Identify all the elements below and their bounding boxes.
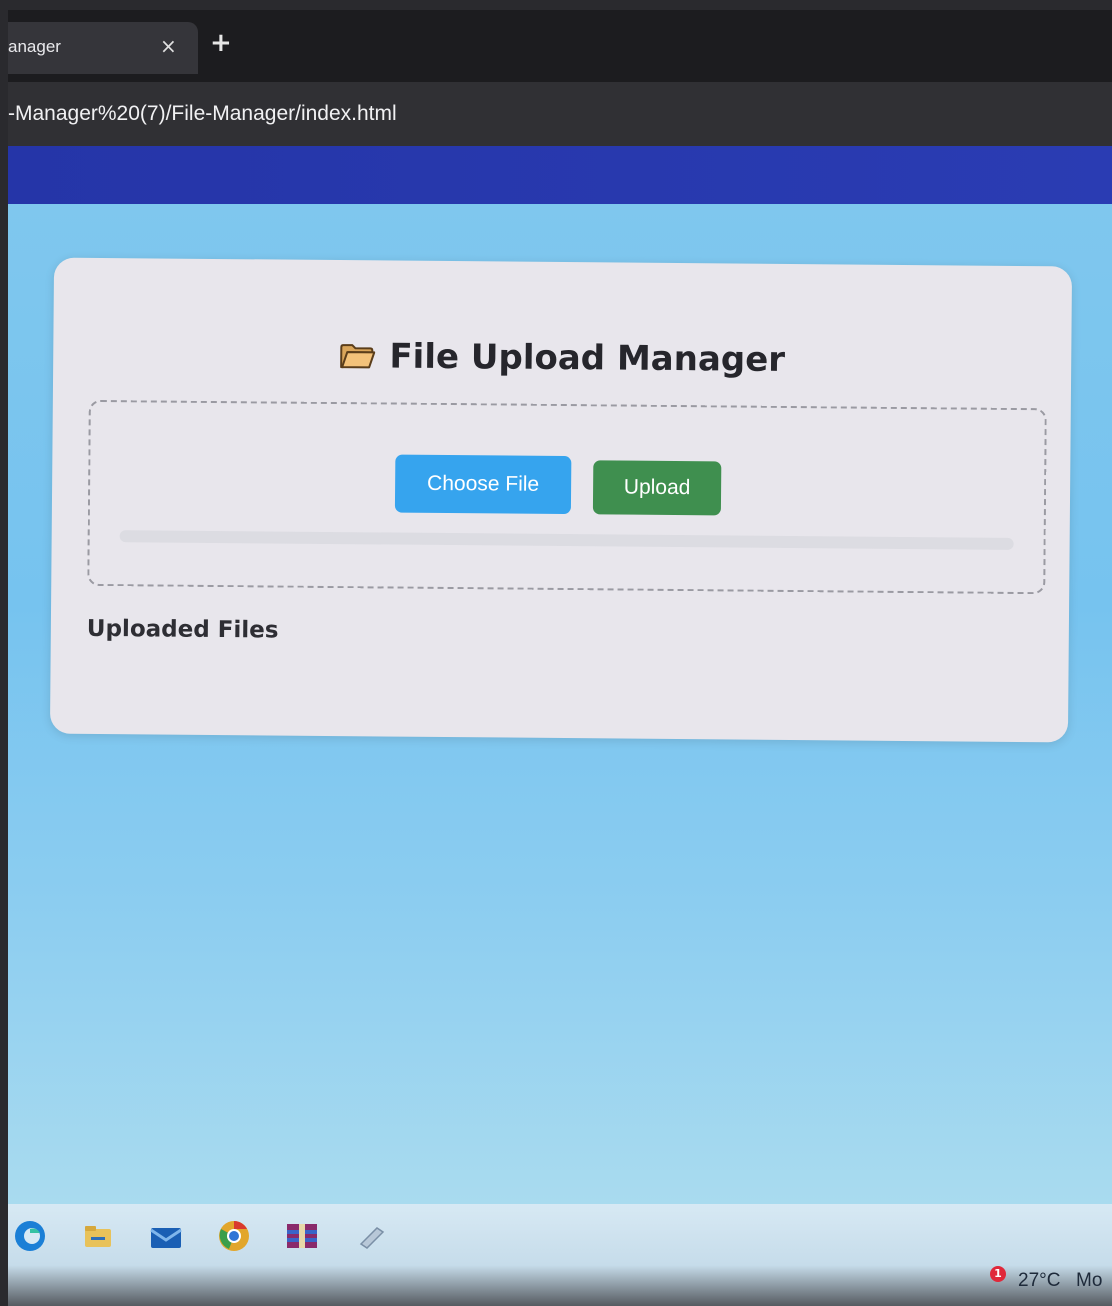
new-tab-button[interactable]: +	[210, 30, 232, 56]
choose-file-button[interactable]: Choose File	[394, 454, 572, 515]
file-explorer-icon[interactable]	[80, 1218, 116, 1254]
folder-icon	[340, 344, 376, 369]
upload-button[interactable]: Upload	[592, 460, 722, 516]
tab-title: anager	[8, 37, 61, 56]
weather-temperature[interactable]: 27°C	[1018, 1270, 1060, 1292]
mail-icon[interactable]	[148, 1218, 184, 1254]
page-title: File Upload Manager	[53, 334, 1071, 383]
weather-status[interactable]: Mo	[1076, 1270, 1102, 1292]
page-body: File Upload Manager Choose File Upload U…	[8, 204, 1112, 1204]
page-header	[8, 146, 1112, 204]
tab-bar: anager × +	[8, 10, 1112, 82]
winrar-icon[interactable]	[284, 1218, 320, 1254]
app-icon[interactable]	[354, 1218, 390, 1254]
progress-bar	[119, 530, 1014, 550]
upload-card: File Upload Manager Choose File Upload U…	[49, 257, 1073, 743]
uploaded-files-heading: Uploaded Files	[86, 615, 279, 644]
browser-tab[interactable]: anager ×	[8, 22, 198, 74]
screen: anager × + -Manager%20(7)/File-Manager/i…	[8, 10, 1112, 1306]
chrome-icon[interactable]	[216, 1218, 252, 1254]
close-icon[interactable]: ×	[160, 34, 177, 58]
taskbar: 1 27°C Mo	[8, 1204, 1112, 1306]
edge-icon[interactable]	[12, 1218, 48, 1254]
drop-zone[interactable]: Choose File Upload	[87, 399, 1047, 595]
title-text: File Upload Manager	[389, 336, 786, 380]
address-bar[interactable]: -Manager%20(7)/File-Manager/index.html	[8, 82, 1112, 146]
url-text[interactable]: -Manager%20(7)/File-Manager/index.html	[8, 102, 397, 126]
notification-badge[interactable]: 1	[990, 1266, 1006, 1282]
